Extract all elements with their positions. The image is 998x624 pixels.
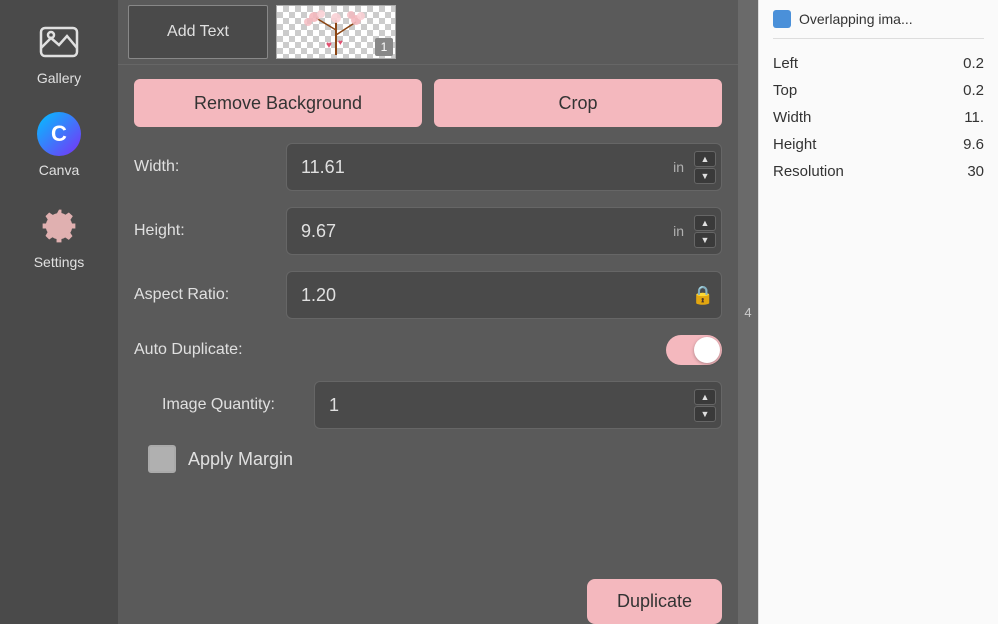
auto-duplicate-toggle[interactable] [666, 335, 722, 365]
canva-icon: C [35, 110, 83, 158]
image-quantity-input[interactable] [314, 381, 722, 429]
image-quantity-row: Image Quantity: ▲ ▼ [134, 381, 722, 429]
lock-icon: 🔒 [692, 285, 714, 306]
sidebar-item-gallery[interactable]: Gallery [0, 8, 118, 96]
width-label: Width: [134, 158, 274, 176]
gallery-icon [35, 18, 83, 66]
height-spin-down[interactable]: ▼ [694, 232, 716, 248]
height-input-wrap: in ▲ ▼ [286, 207, 722, 255]
prop-height-key: Height [773, 136, 816, 153]
sidebar-canva-label: Canva [39, 162, 79, 178]
main-panel: Add Text ♥ ♥ 1 Remov [118, 0, 738, 624]
auto-duplicate-label: Auto Duplicate: [134, 341, 654, 359]
aspect-ratio-input[interactable] [286, 271, 722, 319]
right-panel: Overlapping ima... Left 0.2 Top 0.2 Widt… [758, 0, 998, 624]
width-unit: in [673, 159, 684, 175]
sidebar-settings-label: Settings [34, 254, 85, 270]
height-unit: in [673, 223, 684, 239]
height-spinner: ▲ ▼ [694, 215, 716, 248]
quantity-spin-up[interactable]: ▲ [694, 389, 716, 405]
prop-top-key: Top [773, 82, 797, 99]
height-label: Height: [134, 222, 274, 240]
overlapping-text: Overlapping ima... [799, 11, 913, 27]
quantity-spin-down[interactable]: ▼ [694, 406, 716, 422]
svg-text:♥: ♥ [326, 40, 332, 51]
apply-margin-checkbox[interactable] [148, 445, 176, 473]
aspect-ratio-row: Aspect Ratio: 🔒 [134, 271, 722, 319]
prop-width-key: Width [773, 109, 811, 126]
top-strip: Add Text ♥ ♥ 1 [118, 0, 738, 65]
height-row: Height: in ▲ ▼ [134, 207, 722, 255]
overlapping-row: Overlapping ima... [773, 10, 984, 39]
prop-height-val: 9.6 [963, 136, 984, 153]
thumbnail-badge: 1 [375, 38, 393, 56]
prop-top: Top 0.2 [773, 82, 984, 99]
prop-width: Width 11. [773, 109, 984, 126]
apply-margin-label: Apply Margin [188, 449, 293, 470]
prop-resolution-key: Resolution [773, 163, 844, 180]
width-spin-down[interactable]: ▼ [694, 168, 716, 184]
svg-text:♥: ♥ [338, 38, 343, 47]
image-thumbnail[interactable]: ♥ ♥ 1 [276, 5, 396, 59]
blue-square-icon [773, 10, 791, 28]
properties-table: Left 0.2 Top 0.2 Width 11. Height 9.6 Re… [773, 55, 984, 180]
width-input-wrap: in ▲ ▼ [286, 143, 722, 191]
prop-resolution: Resolution 30 [773, 163, 984, 180]
quantity-spinner: ▲ ▼ [694, 389, 716, 422]
separator-number: 4 [744, 305, 751, 320]
action-buttons-row: Remove Background Crop [134, 79, 722, 127]
prop-left-val: 0.2 [963, 55, 984, 72]
width-spin-up[interactable]: ▲ [694, 151, 716, 167]
v-separator: 4 [738, 0, 758, 624]
prop-left-key: Left [773, 55, 798, 72]
image-quantity-label: Image Quantity: [162, 396, 302, 414]
aspect-ratio-input-wrap: 🔒 [286, 271, 722, 319]
height-input[interactable] [286, 207, 722, 255]
apply-margin-row: Apply Margin [134, 445, 722, 473]
settings-icon [35, 202, 83, 250]
sidebar: Gallery C Canva Settings [0, 0, 118, 624]
width-spinner: ▲ ▼ [694, 151, 716, 184]
width-input[interactable] [286, 143, 722, 191]
prop-resolution-val: 30 [967, 163, 984, 180]
aspect-ratio-label: Aspect Ratio: [134, 286, 274, 304]
sidebar-item-settings[interactable]: Settings [0, 192, 118, 280]
prop-width-val: 11. [964, 109, 984, 126]
prop-left: Left 0.2 [773, 55, 984, 72]
prop-height: Height 9.6 [773, 136, 984, 153]
auto-duplicate-row: Auto Duplicate: [134, 335, 722, 365]
duplicate-button[interactable]: Duplicate [587, 579, 722, 624]
crop-button[interactable]: Crop [434, 79, 722, 127]
sidebar-gallery-label: Gallery [37, 70, 81, 86]
add-text-button[interactable]: Add Text [128, 5, 268, 59]
controls-panel: Remove Background Crop Width: in ▲ ▼ Hei… [118, 65, 738, 487]
sidebar-item-canva[interactable]: C Canva [0, 100, 118, 188]
width-row: Width: in ▲ ▼ [134, 143, 722, 191]
toggle-knob [694, 337, 720, 363]
quantity-input-wrap: ▲ ▼ [314, 381, 722, 429]
thumbnail-image: ♥ ♥ [296, 10, 376, 55]
remove-background-button[interactable]: Remove Background [134, 79, 422, 127]
height-spin-up[interactable]: ▲ [694, 215, 716, 231]
prop-top-val: 0.2 [963, 82, 984, 99]
